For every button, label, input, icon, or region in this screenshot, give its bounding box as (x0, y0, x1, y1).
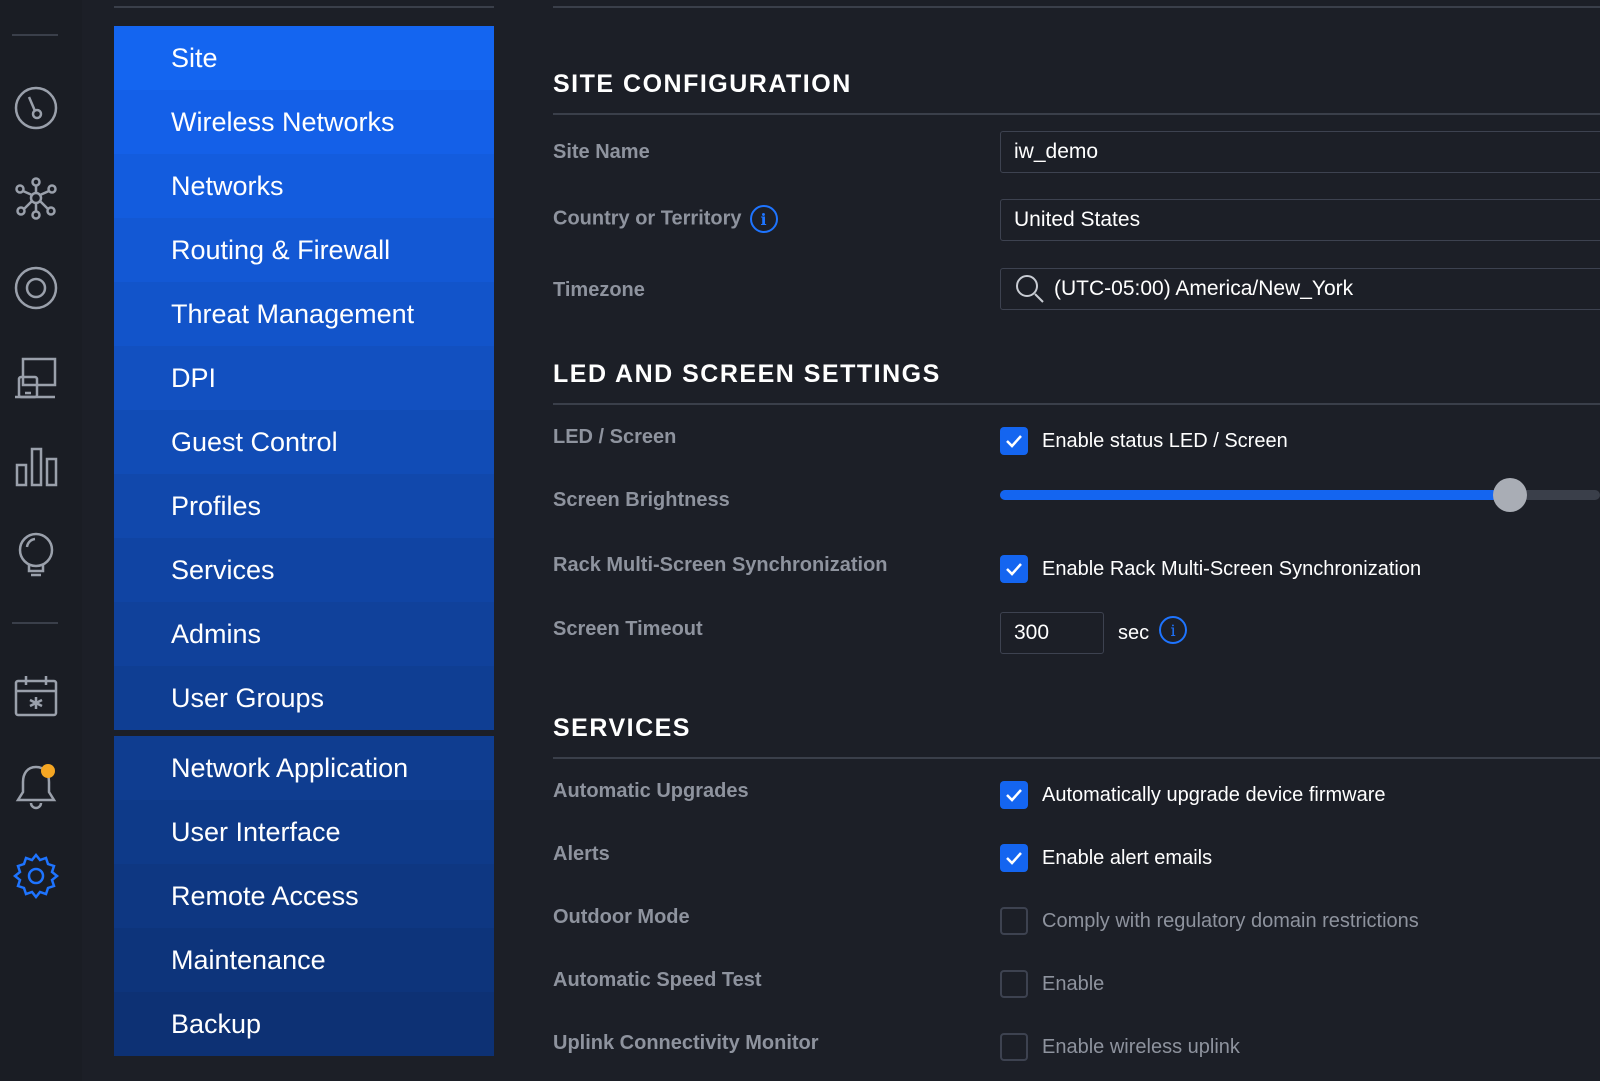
alerts-checkbox-label: Enable alert emails (1042, 846, 1213, 869)
screen-timeout-label: Screen Timeout (553, 618, 703, 640)
menu-item-routing-firewall[interactable]: Routing & Firewall (114, 218, 494, 282)
search-icon (1016, 275, 1044, 303)
statistics-icon[interactable] (10, 440, 62, 492)
topology-icon[interactable] (10, 172, 62, 224)
info-icon[interactable]: i (749, 205, 778, 233)
menu-item-site[interactable]: Site (114, 26, 494, 90)
menu-top-divider (114, 6, 494, 8)
rail-divider (12, 622, 58, 624)
led-screen-checkbox[interactable] (1000, 427, 1028, 455)
auto-upgrades-label: Automatic Upgrades (553, 780, 749, 802)
timezone-value: (UTC-05:00) America/New_York (1054, 277, 1354, 300)
menu-item-network-application[interactable]: Network Application (114, 736, 494, 800)
menu-item-profiles[interactable]: Profiles (114, 474, 494, 538)
menu-item-admins[interactable]: Admins (114, 602, 494, 666)
speed-test-checkbox[interactable] (1000, 970, 1028, 998)
checkmark-icon (1006, 563, 1022, 576)
auto-upgrades-checkbox-row[interactable]: Automatically upgrade device firmware (1000, 781, 1386, 809)
alerts-checkbox-row[interactable]: Enable alert emails (1000, 844, 1212, 872)
section-divider (553, 113, 1600, 115)
screen-timeout-input[interactable]: 300 (1000, 612, 1104, 654)
settings-menu: Site Wireless Networks Networks Routing … (114, 26, 494, 1056)
menu-item-user-interface[interactable]: User Interface (114, 800, 494, 864)
screen-brightness-label: Screen Brightness (553, 489, 730, 511)
section-divider (553, 757, 1600, 759)
checkmark-icon (1006, 789, 1022, 802)
insights-icon[interactable] (10, 528, 62, 580)
speed-test-checkbox-label: Enable (1042, 972, 1105, 995)
rack-sync-checkbox-label: Enable Rack Multi-Screen Synchronization (1042, 557, 1422, 580)
menu-item-maintenance[interactable]: Maintenance (114, 928, 494, 992)
info-icon[interactable]: i (1159, 616, 1187, 644)
uplink-monitor-label: Uplink Connectivity Monitor (553, 1032, 819, 1054)
slider-fill (1000, 490, 1510, 500)
site-name-value: iw_demo (1014, 140, 1099, 163)
led-screen-checkbox-row[interactable]: Enable status LED / Screen (1000, 427, 1288, 455)
alerts-label: Alerts (553, 843, 610, 865)
menu-item-services[interactable]: Services (114, 538, 494, 602)
country-value: United States (1014, 208, 1141, 231)
section-divider (553, 403, 1600, 405)
dashboard-icon[interactable] (10, 82, 62, 134)
section-title-site-configuration: SITE CONFIGURATION (553, 70, 852, 98)
led-screen-label: LED / Screen (553, 426, 677, 448)
menu-item-threat-management[interactable]: Threat Management (114, 282, 494, 346)
settings-icon[interactable] (10, 850, 62, 902)
timezone-search-input[interactable]: (UTC-05:00) America/New_York (1000, 268, 1600, 310)
auto-upgrades-checkbox-label: Automatically upgrade device firmware (1042, 783, 1386, 806)
menu-item-guest-control[interactable]: Guest Control (114, 410, 494, 474)
led-screen-checkbox-label: Enable status LED / Screen (1042, 429, 1288, 452)
menu-item-dpi[interactable]: DPI (114, 346, 494, 410)
site-settings-panel: SITE CONFIGURATION Site Name iw_demo Cou… (553, 0, 1600, 1081)
icon-rail (0, 0, 82, 1081)
alerts-icon[interactable] (10, 760, 62, 812)
rack-sync-label: Rack Multi-Screen Synchronization (553, 554, 888, 576)
rail-divider (12, 34, 58, 36)
screen-timeout-value: 300 (1014, 621, 1050, 644)
alerts-checkbox[interactable] (1000, 844, 1028, 872)
notification-badge (41, 764, 55, 778)
country-select[interactable]: United States (1000, 199, 1600, 241)
country-label-row: Country or Territory i (553, 205, 778, 233)
uplink-monitor-checkbox[interactable] (1000, 1033, 1028, 1061)
top-divider (553, 6, 1600, 8)
outdoor-mode-checkbox-row[interactable]: Comply with regulatory domain restrictio… (1000, 907, 1419, 935)
menu-item-user-groups[interactable]: User Groups (114, 666, 494, 730)
section-title-led-screen: LED AND SCREEN SETTINGS (553, 360, 941, 388)
events-icon[interactable] (10, 670, 62, 722)
devices-icon[interactable] (10, 262, 62, 314)
site-name-input[interactable]: iw_demo (1000, 131, 1600, 173)
section-title-services: SERVICES (553, 714, 691, 742)
uplink-monitor-checkbox-label: Enable wireless uplink (1042, 1035, 1240, 1058)
rack-sync-checkbox[interactable] (1000, 555, 1028, 583)
checkmark-icon (1006, 852, 1022, 865)
outdoor-mode-checkbox-label: Comply with regulatory domain restrictio… (1042, 909, 1419, 932)
menu-item-backup[interactable]: Backup (114, 992, 494, 1056)
timezone-label: Timezone (553, 279, 645, 301)
checkmark-icon (1006, 435, 1022, 448)
menu-item-networks[interactable]: Networks (114, 154, 494, 218)
speed-test-label: Automatic Speed Test (553, 969, 762, 991)
speed-test-checkbox-row[interactable]: Enable (1000, 970, 1104, 998)
clients-icon[interactable] (10, 352, 62, 404)
site-name-label: Site Name (553, 141, 650, 163)
screen-brightness-slider[interactable] (1000, 478, 1600, 512)
country-label: Country or Territory (553, 207, 742, 230)
uplink-monitor-checkbox-row[interactable]: Enable wireless uplink (1000, 1033, 1240, 1061)
outdoor-mode-label: Outdoor Mode (553, 906, 690, 928)
auto-upgrades-checkbox[interactable] (1000, 781, 1028, 809)
rack-sync-checkbox-row[interactable]: Enable Rack Multi-Screen Synchronization (1000, 555, 1421, 583)
menu-item-remote-access[interactable]: Remote Access (114, 864, 494, 928)
menu-item-wireless-networks[interactable]: Wireless Networks (114, 90, 494, 154)
slider-handle[interactable] (1493, 478, 1527, 512)
screen-timeout-unit: sec (1118, 622, 1150, 644)
outdoor-mode-checkbox[interactable] (1000, 907, 1028, 935)
